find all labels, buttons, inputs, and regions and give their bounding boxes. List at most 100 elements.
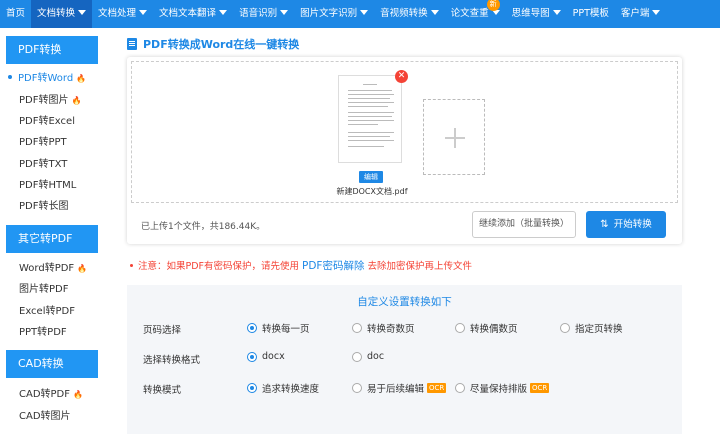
sidebar-item-label: PDF转Word <box>18 73 74 84</box>
sidebar-item-pdf-to-image[interactable]: PDF转图片 🔥 <box>19 93 81 109</box>
nav-label: 文档文本翻译 <box>159 8 217 19</box>
nav-label: 文档转换 <box>37 8 76 19</box>
start-convert-button[interactable]: ⇅ 开始转换 <box>586 211 666 238</box>
nav-doc-translate[interactable]: 文档文本翻译 <box>153 0 233 28</box>
hot-icon: 🔥 <box>76 74 87 83</box>
format-select-label: 选择转换格式 <box>143 355 201 366</box>
sidebar-item-label: PDF转TXT <box>19 159 68 170</box>
option-label: docx <box>262 351 285 362</box>
notice-suffix: 去除加密保护再上传文件 <box>367 261 472 272</box>
top-nav: 首页 文档转换 文档处理 文档文本翻译 语音识别 图片文字识别 音视频转换 论文… <box>0 0 720 28</box>
option-specific-pages[interactable]: 指定页转换 <box>560 321 623 335</box>
sidebar-item-pdf-to-longimage[interactable]: PDF转长图 <box>19 199 68 215</box>
upload-card: ✕ 编辑 新建DOCX文档.pdf 已上传1个文件，共186.44K。 继续添加… <box>127 57 682 244</box>
sidebar-item-pdf-to-html[interactable]: PDF转HTML <box>19 178 76 194</box>
document-icon <box>127 38 137 50</box>
option-label: 尽量保持排版 <box>470 384 528 395</box>
option-docx[interactable]: docx <box>247 351 285 362</box>
sidebar-item-cad-to-image[interactable]: CAD转图片 <box>19 409 71 425</box>
settings-title: 自定义设置转换如下 <box>357 296 452 308</box>
continue-add-button[interactable]: 继续添加（批量转换） <box>472 211 576 238</box>
hot-icon: 🔥 <box>77 264 88 273</box>
option-odd-pages[interactable]: 转换奇数页 <box>352 321 415 335</box>
sidebar-section-to-pdf[interactable]: 其它转PDF <box>6 225 98 253</box>
edit-file-button[interactable]: 编辑 <box>359 171 383 183</box>
chevron-down-icon <box>360 10 369 15</box>
option-keep-layout[interactable]: 尽量保持排版 OCR <box>455 381 550 395</box>
nav-mindmap[interactable]: 思维导图 <box>506 0 567 28</box>
sidebar-section-cad[interactable]: CAD转换 <box>6 350 98 378</box>
nav-label: 首页 <box>6 8 26 19</box>
sidebar: PDF转换 PDF转Word 🔥 PDF转图片 🔥 PDF转Excel PDF转PP… <box>0 28 108 434</box>
sidebar-item-label: CAD转PDF <box>19 389 71 400</box>
chevron-down-icon <box>652 10 661 15</box>
password-notice: 注意：如果PDF有密码保护，请先使用 PDF密码解除 去除加密保护再上传文件 <box>130 258 472 273</box>
sidebar-item-pdf-to-txt[interactable]: PDF转TXT <box>19 157 67 173</box>
option-label: 指定页转换 <box>575 324 623 335</box>
sidebar-section-pdf[interactable]: PDF转换 <box>6 36 98 64</box>
sidebar-item-label: PDF转图片 <box>19 95 69 106</box>
sidebar-item-cad-to-pdf[interactable]: CAD转PDF 🔥 <box>19 387 83 403</box>
sidebar-item-ppt-to-pdf[interactable]: PPT转PDF <box>19 325 67 341</box>
swap-icon: ⇅ <box>600 219 609 230</box>
sidebar-item-image-to-pdf[interactable]: 图片转PDF <box>19 282 68 298</box>
sidebar-item-label: 图片转PDF <box>19 284 69 295</box>
ocr-badge: OCR <box>530 383 550 393</box>
nav-label: 客户端 <box>620 8 650 19</box>
page-select-label: 页码选择 <box>143 325 182 336</box>
sidebar-item-pdf-to-excel[interactable]: PDF转Excel <box>19 114 75 130</box>
plus-icon <box>445 128 465 148</box>
nav-doc-convert[interactable]: 文档转换 <box>31 0 93 28</box>
option-every-page[interactable]: 转换每一页 <box>247 321 310 335</box>
radio-icon <box>560 323 570 333</box>
chevron-down-icon <box>280 10 289 15</box>
nav-ocr[interactable]: 图片文字识别 <box>294 0 374 28</box>
chevron-down-icon <box>430 10 439 15</box>
settings-panel: 自定义设置转换如下 页码选择 转换每一页 转换奇数页 转换偶数页 指定页转换 选… <box>127 285 682 434</box>
hot-icon: 🔥 <box>71 96 82 105</box>
sidebar-item-pdf-to-word[interactable]: PDF转Word 🔥 <box>8 71 86 87</box>
nav-label: 思维导图 <box>511 8 550 19</box>
option-even-pages[interactable]: 转换偶数页 <box>455 321 518 335</box>
option-speed[interactable]: 追求转换速度 <box>247 381 319 395</box>
sidebar-item-label: Word转PDF <box>19 263 75 274</box>
chevron-down-icon <box>219 10 228 15</box>
page-title: PDF转换成Word在线一键转换 <box>127 36 299 52</box>
ocr-badge: OCR <box>427 383 447 393</box>
sidebar-item-word-to-pdf[interactable]: Word转PDF 🔥 <box>19 261 87 277</box>
add-file-button[interactable] <box>423 99 485 175</box>
radio-icon <box>352 351 362 362</box>
radio-icon <box>352 323 362 333</box>
close-icon: ✕ <box>397 71 406 81</box>
nav-ppt[interactable]: PPT模板 <box>567 0 615 28</box>
option-doc[interactable]: doc <box>352 351 384 362</box>
option-label: doc <box>367 351 385 362</box>
radio-icon <box>352 383 362 393</box>
remove-file-button[interactable]: ✕ <box>395 70 408 83</box>
upload-status: 已上传1个文件，共186.44K。 <box>141 222 266 232</box>
nav-label: 音视频转换 <box>380 8 428 19</box>
chevron-down-icon <box>78 10 87 15</box>
nav-label: 论文查重 <box>450 8 489 19</box>
nav-home[interactable]: 首页 <box>0 0 31 28</box>
nav-plagiarism[interactable]: 论文查重新 <box>445 0 506 28</box>
option-editable[interactable]: 易于后续编辑 OCR <box>352 381 447 395</box>
sidebar-item-excel-to-pdf[interactable]: Excel转PDF <box>19 304 75 320</box>
option-label: 追求转换速度 <box>262 384 320 395</box>
nav-client[interactable]: 客户端 <box>615 0 667 28</box>
radio-icon <box>455 383 465 393</box>
nav-av[interactable]: 音视频转换 <box>374 0 445 28</box>
radio-icon <box>455 323 465 333</box>
nav-doc-process[interactable]: 文档处理 <box>92 0 153 28</box>
radio-selected-icon <box>247 351 257 362</box>
sidebar-item-label: Excel转PDF <box>19 306 75 317</box>
sidebar-item-label: PDF转长图 <box>19 201 69 212</box>
option-label: 转换每一页 <box>262 324 310 335</box>
dropzone[interactable]: ✕ 编辑 新建DOCX文档.pdf <box>131 61 678 203</box>
radio-selected-icon <box>247 323 257 333</box>
radio-selected-icon <box>247 383 257 393</box>
sidebar-item-pdf-to-ppt[interactable]: PDF转PPT <box>19 135 67 151</box>
notice-dot <box>130 264 133 267</box>
pdf-unlock-link[interactable]: PDF密码解除 <box>302 260 364 272</box>
nav-speech[interactable]: 语音识别 <box>233 0 294 28</box>
